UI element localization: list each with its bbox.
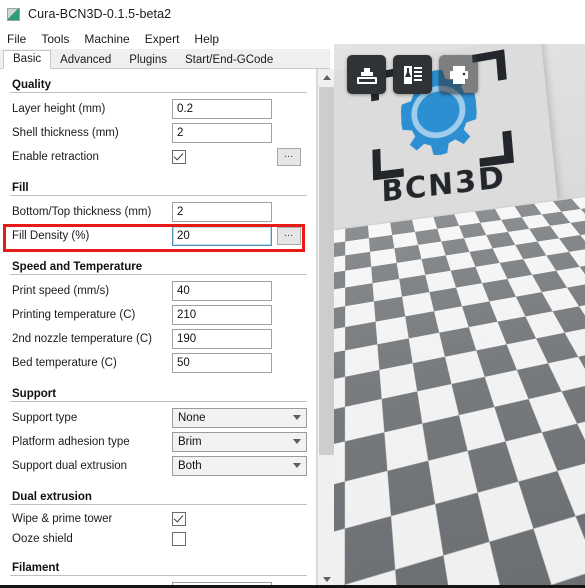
setting-row-bed-temperature: Bed temperature (C) [10,351,307,375]
platform-adhesion-type-value: Brim [178,436,202,448]
shell-thickness-input[interactable] [172,123,272,143]
support-dual-extrusion-value: Both [178,460,202,472]
setting-label-wipe-prime-tower: Wipe & prime tower [10,513,172,525]
menu-item-help[interactable]: Help [194,32,219,46]
bed-temperature-input[interactable] [172,353,272,373]
group-header-fill: Fill [10,180,307,196]
ooze-shield-checkbox[interactable] [172,532,186,546]
setting-label-bed-temperature: Bed temperature (C) [10,357,172,369]
group-header-dual-extrusion: Dual extrusion [10,489,307,505]
tab-basic[interactable]: Basic [3,50,51,69]
load-model-button[interactable] [347,55,386,94]
settings-panel: Quality Layer height (mm) Shell thicknes… [0,69,317,588]
setting-label-print-speed: Print speed (mm/s) [10,285,172,297]
menu-item-machine[interactable]: Machine [84,32,129,46]
chevron-up-icon [323,75,331,80]
support-dual-extrusion-select[interactable]: Both [172,456,307,476]
tab-plugins[interactable]: Plugins [120,52,176,69]
window-title: Cura-BCN3D-0.1.5-beta2 [28,7,171,21]
setting-row-ooze-shield: Ooze shield [10,529,307,549]
print-speed-input[interactable] [172,281,272,301]
setting-row-bottom-top-thickness: Bottom/Top thickness (mm) [10,200,307,224]
setting-row-platform-adhesion-type: Platform adhesion type Brim [10,430,307,454]
setting-label-bottom-top-thickness: Bottom/Top thickness (mm) [10,206,172,218]
menu-item-file[interactable]: File [7,32,26,46]
group-header-support: Support [10,386,307,402]
setting-label-printing-temperature: Printing temperature (C) [10,309,172,321]
wipe-prime-tower-checkbox[interactable] [172,512,186,526]
support-type-value: None [178,412,206,424]
enable-retraction-checkbox[interactable] [172,150,186,164]
document-settings-icon [401,63,425,87]
group-header-filament: Filament [10,560,307,576]
support-type-select[interactable]: None [172,408,307,428]
group-header-speed-and-temperature: Speed and Temperature [10,259,307,275]
layer-height-input[interactable] [172,99,272,119]
setting-row-layer-height: Layer height (mm) [10,97,307,121]
scrollbar-up-button[interactable] [318,69,335,86]
setting-label-platform-adhesion-type: Platform adhesion type [10,436,172,448]
3d-viewport[interactable]: BCN3D [334,44,585,588]
chevron-down-icon [293,439,301,444]
bottom-top-thickness-input[interactable] [172,202,272,222]
setting-row-print-speed: Print speed (mm/s) [10,279,307,303]
chevron-down-icon [323,577,331,582]
setting-row-fill-density: Fill Density (%) … [10,224,307,248]
cura-application-window: Cura-BCN3D-0.1.5-beta2 File Tools Machin… [0,0,585,588]
machine-settings-button[interactable] [393,55,432,94]
setting-row-support-dual-extrusion: Support dual extrusion Both [10,454,307,478]
setting-row-enable-retraction: Enable retraction … [10,145,307,169]
tab-advanced[interactable]: Advanced [51,52,120,69]
second-nozzle-temperature-input[interactable] [172,329,272,349]
setting-label-shell-thickness: Shell thickness (mm) [10,127,172,139]
print-button[interactable] [439,55,478,94]
viewport-toolbar [347,55,478,94]
enable-retraction-options-button[interactable]: … [277,148,301,166]
settings-scrollbar[interactable] [317,69,334,588]
setting-row-second-nozzle-temperature: 2nd nozzle temperature (C) [10,327,307,351]
setting-row-shell-thickness: Shell thickness (mm) [10,121,307,145]
fill-density-options-button[interactable]: … [277,227,301,245]
settings-list: Quality Layer height (mm) Shell thicknes… [0,69,317,588]
setting-label-enable-retraction: Enable retraction [10,151,172,163]
setting-label-layer-height: Layer height (mm) [10,103,172,115]
setting-label-support-dual-extrusion: Support dual extrusion [10,460,172,472]
load-model-icon [355,63,379,87]
chevron-down-icon [293,415,301,420]
menu-item-expert[interactable]: Expert [145,32,180,46]
app-icon [7,8,20,21]
printing-temperature-input[interactable] [172,305,272,325]
group-header-quality: Quality [10,77,307,93]
platform-adhesion-type-select[interactable]: Brim [172,432,307,452]
setting-row-wipe-prime-tower: Wipe & prime tower [10,509,307,529]
menu-item-tools[interactable]: Tools [41,32,69,46]
setting-label-fill-density: Fill Density (%) [10,230,172,242]
chevron-down-icon [293,463,301,468]
setting-row-support-type: Support type None [10,406,307,430]
setting-label-support-type: Support type [10,412,172,424]
setting-label-ooze-shield: Ooze shield [10,533,172,545]
settings-tab-bar: Basic Advanced Plugins Start/End-GCode [0,49,330,69]
tab-start-end-gcode[interactable]: Start/End-GCode [176,52,282,69]
setting-label-second-nozzle-temperature: 2nd nozzle temperature (C) [10,333,172,345]
scrollbar-thumb[interactable] [319,87,334,455]
fill-density-input[interactable] [172,226,272,246]
print-icon [447,63,471,87]
setting-row-printing-temperature: Printing temperature (C) [10,303,307,327]
title-bar: Cura-BCN3D-0.1.5-beta2 [0,0,585,28]
